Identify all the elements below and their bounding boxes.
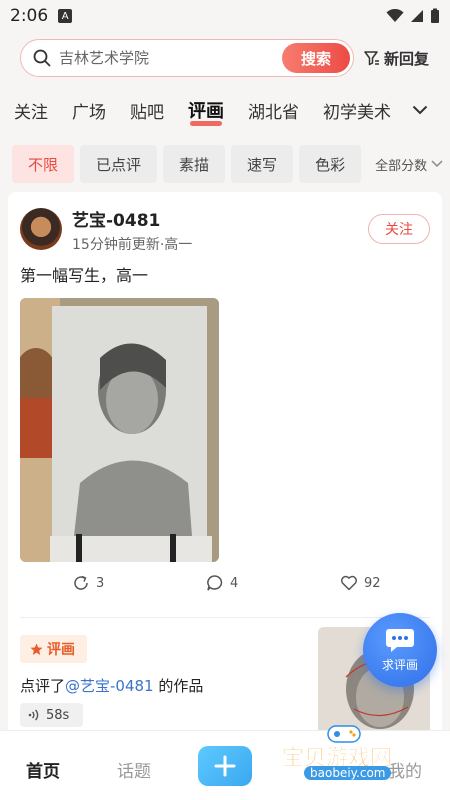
score-filter-label: 全部分数 [375, 158, 428, 174]
plus-icon [214, 755, 236, 777]
tab-forum[interactable]: 贴吧 [130, 98, 164, 123]
status-bar: 2:06 A [0, 0, 450, 32]
filter-chip-quick-sketch[interactable]: 速写 [231, 145, 294, 183]
like-action[interactable]: 92 [340, 574, 381, 592]
sim-icon: A [58, 9, 73, 23]
request-critique-button[interactable]: 求评画 [363, 613, 437, 687]
request-critique-label: 求评画 [381, 658, 418, 672]
wifi-icon [386, 9, 404, 22]
post-meta: 15分钟前更新·高一 [72, 237, 193, 253]
review-tag-label: 评画 [47, 642, 75, 658]
review-tag: 评画 [20, 635, 87, 663]
star-icon [30, 643, 43, 655]
post-artwork-image[interactable] [20, 298, 219, 562]
filter-bar: 不限 已点评 素描 速写 色彩 全部分数 [0, 144, 450, 184]
repost-action[interactable]: 3 [72, 574, 104, 592]
review-text-prefix: 点评了 [20, 677, 66, 695]
status-icons [386, 8, 440, 24]
review-text: 点评了@艺宝-0481 的作品 [20, 675, 203, 696]
search-box[interactable]: 搜索 [20, 39, 354, 77]
signal-icon [411, 10, 423, 22]
search-row: 搜索 新回复 [0, 38, 450, 78]
comment-count: 4 [230, 575, 239, 591]
score-filter[interactable]: 全部分数 [375, 155, 443, 174]
feed-card: 艺宝-0481 15分钟前更新·高一 关注 第一幅写生，高一 3 4 92 评画… [8, 192, 442, 800]
like-count: 92 [364, 575, 381, 591]
watermark: 宝贝游戏网 baobeiy.com [282, 725, 442, 784]
post-text: 第一幅写生，高一 [20, 266, 149, 285]
voice-duration: 58s [46, 707, 70, 723]
search-button[interactable]: 搜索 [282, 43, 350, 73]
repost-count: 3 [96, 575, 105, 591]
post-author[interactable]: 艺宝-0481 [72, 206, 160, 231]
post-stats: 3 4 92 [8, 574, 442, 596]
filter-chip-all[interactable]: 不限 [12, 145, 75, 183]
filter-chip-sketch[interactable]: 素描 [163, 145, 226, 183]
new-reply-button[interactable]: 新回复 [364, 48, 429, 69]
tab-follow[interactable]: 关注 [14, 98, 48, 123]
tab-hubei[interactable]: 湖北省 [248, 98, 299, 123]
tab-square[interactable]: 广场 [72, 98, 106, 123]
heart-icon [341, 575, 357, 591]
search-input[interactable] [59, 49, 282, 67]
search-icon [33, 49, 51, 67]
new-reply-label: 新回复 [384, 49, 430, 68]
comment-action[interactable]: 4 [206, 574, 238, 592]
review-text-suffix: 的作品 [153, 677, 204, 695]
battery-icon [431, 8, 439, 23]
comment-icon [207, 575, 223, 591]
follow-button[interactable]: 关注 [368, 214, 430, 244]
category-tabs: 关注 广场 贴吧 评画 湖北省 初学美术 [0, 90, 450, 130]
filter-chip-reviewed[interactable]: 已点评 [80, 145, 158, 183]
voice-message[interactable]: 58s [20, 703, 84, 727]
divider [20, 617, 430, 618]
avatar[interactable] [20, 208, 62, 250]
mention-link[interactable]: @艺宝-0481 [65, 677, 154, 695]
chat-bubble-icon [386, 629, 414, 652]
tab-critique[interactable]: 评画 [188, 97, 224, 126]
nav-home[interactable]: 首页 [26, 757, 60, 782]
watermark-url: baobeiy.com [304, 766, 392, 780]
status-time: 2:06 [10, 6, 49, 26]
tab-beginner-art[interactable]: 初学美术 [323, 98, 391, 123]
voice-wave-icon [28, 709, 39, 721]
tabs-expand[interactable] [390, 90, 450, 130]
repost-icon [74, 575, 88, 590]
add-post-button[interactable] [198, 746, 252, 786]
chevron-down-icon [412, 105, 428, 115]
filter-chip-color[interactable]: 色彩 [299, 145, 362, 183]
filter-icon [364, 51, 379, 66]
nav-topics[interactable]: 话题 [117, 757, 151, 782]
chevron-down-icon [431, 160, 443, 168]
